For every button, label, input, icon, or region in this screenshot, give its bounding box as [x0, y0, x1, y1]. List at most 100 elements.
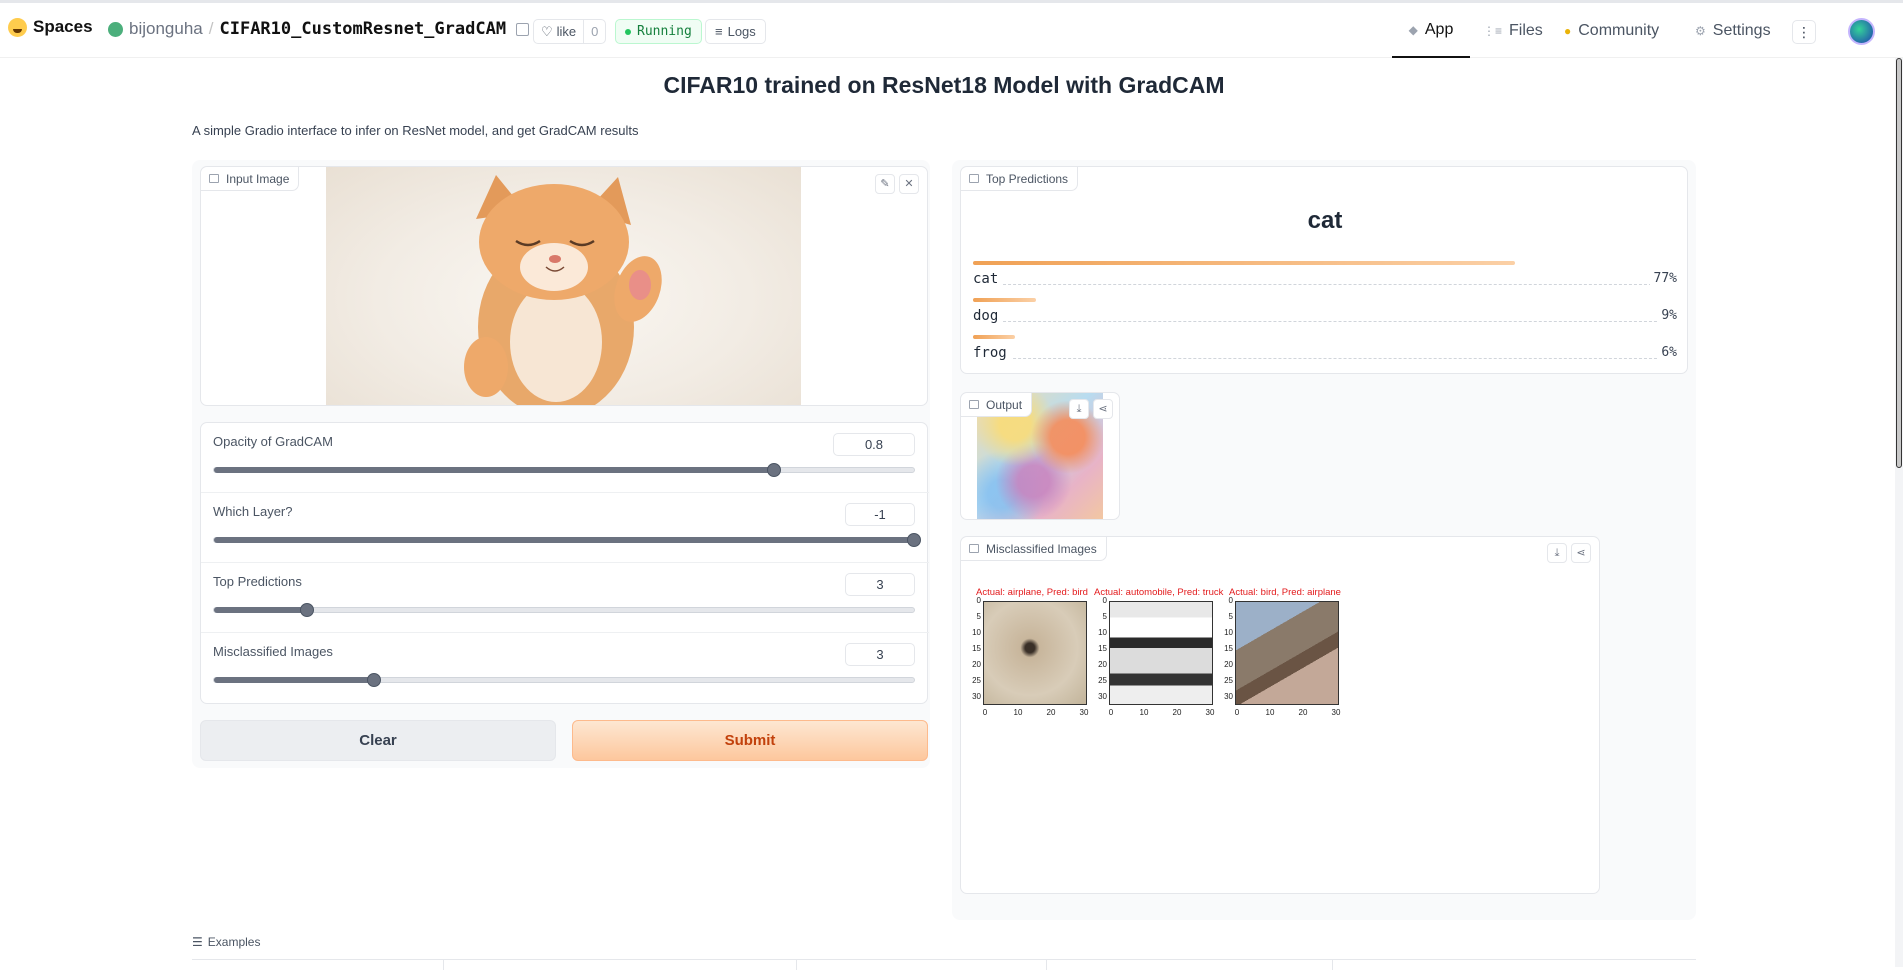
hugging-face-logo-icon — [8, 17, 27, 37]
y-tick-label: 15 — [1098, 644, 1107, 653]
y-tick-label: 5 — [976, 612, 981, 621]
edit-icon[interactable]: ✎ — [875, 174, 895, 194]
misclassified-thumbnail — [1109, 601, 1213, 705]
x-tick-label: 20 — [1172, 708, 1182, 717]
cube-icon: ◆ — [1408, 22, 1418, 37]
slider-value-input[interactable]: 3 — [845, 643, 915, 666]
spaces-brand[interactable]: Spaces — [8, 17, 93, 37]
page-scrollbar[interactable] — [1895, 58, 1903, 967]
logs-button[interactable]: ≡ Logs — [705, 19, 766, 44]
share-icon[interactable]: ⋖ — [1093, 399, 1113, 419]
slider-handle[interactable] — [767, 463, 781, 477]
repo-name-link[interactable]: CIFAR10_CustomResnet_GradCAM — [219, 19, 506, 39]
examples-header: ☰ Examples — [192, 935, 260, 949]
y-tick-label: 10 — [972, 628, 981, 637]
gear-icon: ⚙ — [1695, 23, 1706, 38]
slider-value-input[interactable]: 3 — [845, 573, 915, 596]
y-tick-label: 0 — [1102, 596, 1107, 605]
kitten-illustration — [464, 175, 662, 405]
output-label: Output — [961, 393, 1033, 417]
confidence-bar — [973, 261, 1516, 265]
x-axis-ticks-1: 0 10 20 30 — [983, 708, 1089, 720]
y-tick-label: 0 — [976, 596, 981, 605]
output-image-panel: Output ⤓ ⋖ — [960, 392, 1120, 520]
x-tick-label: 0 — [1234, 708, 1240, 717]
repo-breadcrumb: bijonguha / CIFAR10_CustomResnet_GradCAM — [108, 19, 530, 39]
dotted-leader — [973, 321, 1677, 322]
logs-label: Logs — [727, 24, 756, 39]
logs-icon: ≡ — [715, 24, 723, 39]
slider-track[interactable] — [213, 603, 915, 617]
prediction-name: frog — [973, 345, 1011, 361]
like-button[interactable]: ♡ like 0 — [533, 19, 607, 44]
slider-track[interactable] — [213, 533, 921, 547]
tab-settings-label: Settings — [1712, 21, 1771, 39]
user-avatar[interactable] — [1848, 18, 1875, 45]
list-icon: ☰ — [192, 935, 203, 949]
tab-community[interactable]: ● Community — [1564, 3, 1659, 58]
slider-handle[interactable] — [907, 533, 921, 547]
scrollbar-thumb[interactable] — [1896, 58, 1902, 468]
y-tick-label: 25 — [1098, 676, 1107, 685]
input-image-panel[interactable]: Input Image ✎ ✕ — [200, 166, 928, 406]
slider-track[interactable] — [213, 463, 915, 477]
examples-table[interactable] — [192, 959, 1696, 970]
copy-icon[interactable] — [516, 22, 530, 36]
misclassified-images-panel: Misclassified Images ⤓ ⋖ Actual: airplan… — [960, 536, 1600, 894]
y-tick-label: 20 — [1224, 660, 1233, 669]
examples-column[interactable] — [192, 960, 444, 970]
like-label: ♡ like — [541, 23, 577, 40]
examples-column[interactable] — [444, 960, 797, 970]
status-badge[interactable]: Running — [615, 19, 702, 44]
slider-value-input[interactable]: -1 — [845, 503, 915, 526]
slider-top-predictions[interactable]: Top Predictions 3 — [201, 563, 929, 633]
download-icon[interactable]: ⤓ — [1547, 543, 1567, 563]
slider-which-layer[interactable]: Which Layer? -1 — [201, 493, 929, 563]
examples-column[interactable] — [797, 960, 1047, 970]
prediction-row[interactable]: frog 6% — [973, 335, 1677, 367]
prediction-percent: 6% — [1657, 345, 1677, 360]
y-tick-label: 15 — [972, 644, 981, 653]
input-image[interactable] — [326, 167, 801, 405]
x-tick-label: 0 — [982, 708, 988, 717]
y-tick-label: 20 — [972, 660, 981, 669]
slider-misclassified-images[interactable]: Misclassified Images 3 — [201, 633, 929, 703]
misclassified-figure[interactable]: Actual: airplane, Pred: bird Actual: aut… — [961, 587, 1361, 727]
tab-app[interactable]: ◆ App — [1392, 3, 1470, 58]
examples-column[interactable] — [1333, 960, 1696, 970]
x-tick-label: 30 — [1079, 708, 1089, 717]
clear-button[interactable]: Clear — [200, 720, 556, 761]
submit-button[interactable]: Submit — [572, 720, 928, 761]
tab-settings[interactable]: ⚙ Settings — [1695, 3, 1771, 58]
image-icon — [969, 400, 979, 409]
x-axis-ticks-2: 0 10 20 30 — [1109, 708, 1215, 720]
slider-fill — [214, 677, 374, 683]
slider-track[interactable] — [213, 673, 915, 687]
slider-fill — [214, 607, 308, 613]
slider-value-input[interactable]: 0.8 — [833, 433, 915, 456]
more-options-button[interactable]: ⋮ — [1792, 20, 1816, 44]
close-icon[interactable]: ✕ — [899, 174, 919, 194]
slider-opacity[interactable]: Opacity of GradCAM 0.8 — [201, 423, 929, 493]
slider-label: Which Layer? — [213, 504, 293, 519]
examples-column[interactable] — [1047, 960, 1333, 970]
status-dot-icon — [625, 28, 631, 35]
y-tick-label: 15 — [1224, 644, 1233, 653]
share-icon[interactable]: ⋖ — [1571, 543, 1591, 563]
breadcrumb-separator: / — [208, 19, 214, 38]
x-tick-label: 30 — [1205, 708, 1215, 717]
slider-handle[interactable] — [366, 673, 381, 687]
misclassified-images-label: Misclassified Images — [961, 537, 1107, 561]
prediction-row[interactable]: dog 9% — [973, 298, 1677, 330]
slider-handle[interactable] — [300, 603, 315, 617]
tab-community-label: Community — [1578, 21, 1660, 39]
y-tick-label: 0 — [1228, 596, 1233, 605]
tab-files[interactable]: ⋮≡ Files — [1483, 3, 1543, 58]
misclassified-thumbnail — [1235, 601, 1339, 705]
slider-label: Top Predictions — [213, 574, 302, 589]
y-tick-label: 10 — [1098, 628, 1107, 637]
download-icon[interactable]: ⤓ — [1069, 399, 1089, 419]
misclassified-title: Actual: automobile, Pred: truck — [1094, 587, 1224, 598]
owner-link[interactable]: bijonguha — [129, 19, 203, 39]
prediction-row[interactable]: cat 77% — [973, 261, 1677, 293]
